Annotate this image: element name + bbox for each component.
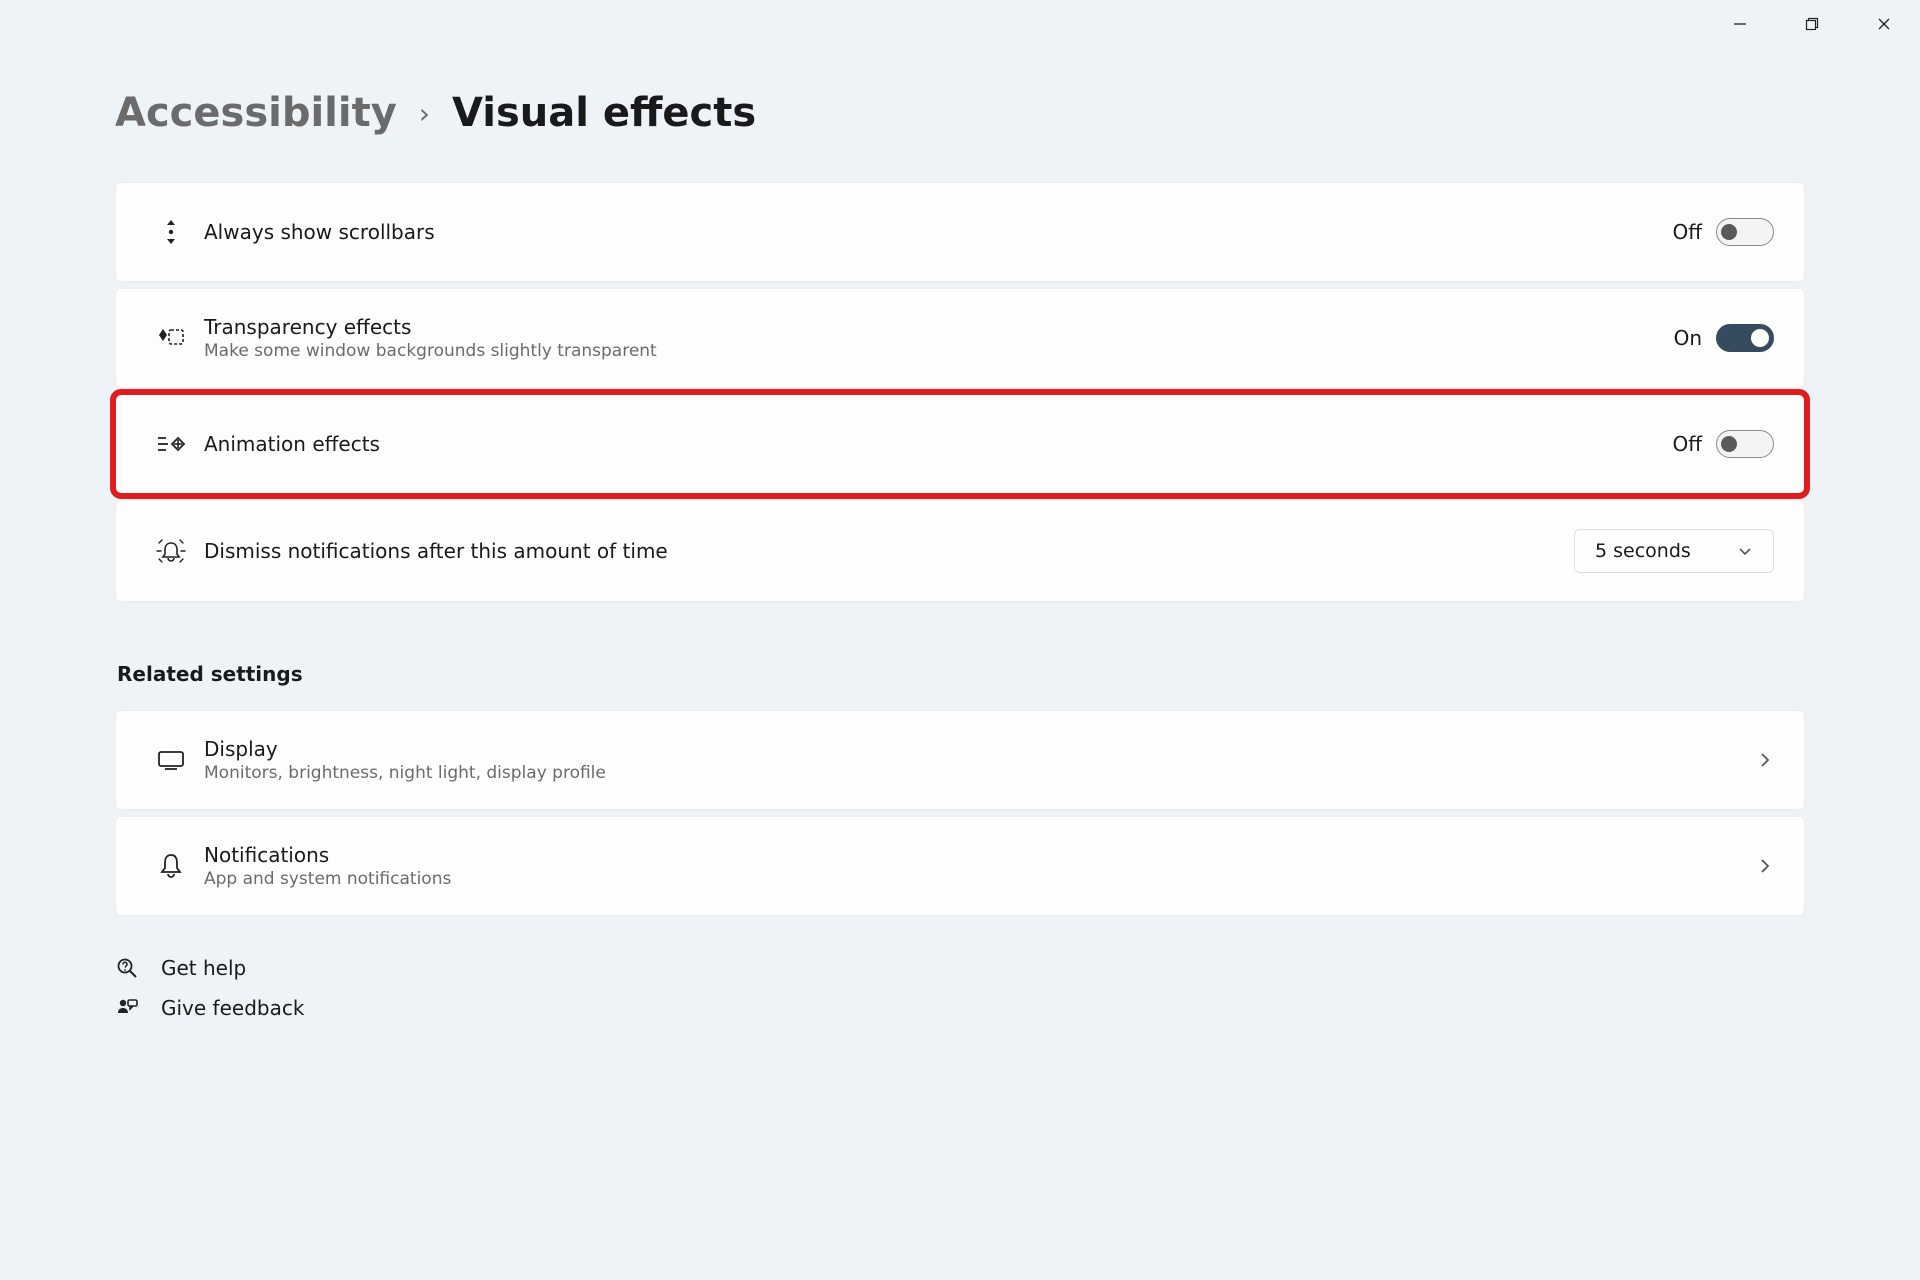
dismiss-bell-icon [146, 535, 196, 567]
window-close-button[interactable] [1848, 0, 1920, 48]
related-subtitle: App and system notifications [204, 869, 1756, 889]
bell-icon [146, 852, 196, 880]
scrollbars-toggle[interactable] [1716, 218, 1774, 246]
monitor-icon [146, 749, 196, 771]
setting-title: Transparency effects [204, 315, 1674, 339]
help-icon [115, 957, 139, 979]
chevron-right-icon [1756, 751, 1774, 769]
chevron-right-icon: › [419, 97, 430, 130]
chevron-right-icon [1756, 857, 1774, 875]
chevron-down-icon [1737, 543, 1753, 559]
window-maximize-button[interactable] [1776, 0, 1848, 48]
breadcrumb: Accessibility › Visual effects [115, 90, 1805, 136]
window-minimize-button[interactable] [1704, 0, 1776, 48]
related-row-display[interactable]: Display Monitors, brightness, night ligh… [115, 710, 1805, 810]
setting-title: Animation effects [204, 432, 1672, 456]
setting-row-scrollbars: Always show scrollbars Off [115, 182, 1805, 282]
related-row-notifications[interactable]: Notifications App and system notificatio… [115, 816, 1805, 916]
setting-subtitle: Make some window backgrounds slightly tr… [204, 341, 1674, 361]
toggle-state-label: On [1674, 326, 1702, 350]
help-link-label: Give feedback [161, 996, 304, 1020]
notification-timeout-select[interactable]: 5 seconds [1574, 529, 1774, 573]
setting-row-notification-timeout: Dismiss notifications after this amount … [115, 500, 1805, 602]
breadcrumb-root[interactable]: Accessibility [115, 90, 397, 136]
scrollbar-icon [146, 217, 196, 247]
related-settings-header: Related settings [117, 662, 1805, 686]
animation-icon [146, 432, 196, 456]
help-link-label: Get help [161, 956, 246, 980]
transparency-icon [146, 325, 196, 351]
setting-row-animation: Animation effects Off [115, 394, 1805, 494]
page-title: Visual effects [452, 90, 756, 136]
give-feedback-link[interactable]: Give feedback [115, 996, 1805, 1020]
toggle-state-label: Off [1672, 432, 1702, 456]
toggle-state-label: Off [1672, 220, 1702, 244]
select-value: 5 seconds [1595, 540, 1691, 562]
feedback-icon [115, 997, 139, 1019]
setting-title: Dismiss notifications after this amount … [204, 539, 1574, 563]
related-title: Notifications [204, 843, 1756, 867]
related-subtitle: Monitors, brightness, night light, displ… [204, 763, 1756, 783]
setting-title: Always show scrollbars [204, 220, 1672, 244]
animation-toggle[interactable] [1716, 430, 1774, 458]
related-title: Display [204, 737, 1756, 761]
transparency-toggle[interactable] [1716, 324, 1774, 352]
setting-row-transparency: Transparency effects Make some window ba… [115, 288, 1805, 388]
get-help-link[interactable]: Get help [115, 956, 1805, 980]
